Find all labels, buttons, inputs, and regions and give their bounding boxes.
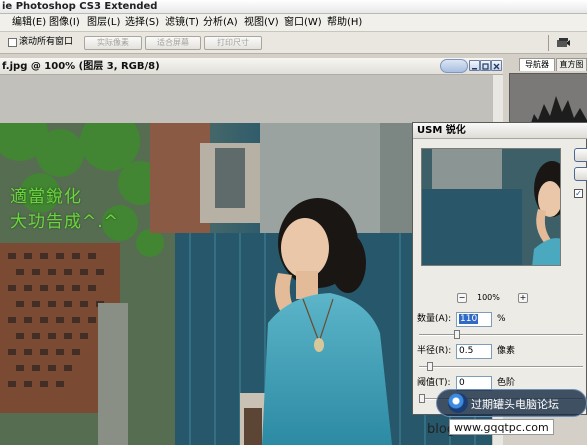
- threshold-value: 0: [459, 378, 465, 388]
- navigator-thumbnail: [509, 73, 587, 126]
- scroll-all-windows-checkbox[interactable]: [8, 38, 17, 47]
- tab-histogram[interactable]: 直方图: [556, 58, 587, 71]
- print-size-button[interactable]: 打印尺寸: [204, 36, 262, 50]
- preview-checkbox[interactable]: ✓: [574, 189, 583, 198]
- zoom-out-button[interactable]: −: [457, 293, 467, 303]
- forum-logo-icon: [448, 393, 468, 413]
- forum-watermark: 过期罐头电脑论坛 blog www.gqqtpc.com: [427, 389, 587, 445]
- menu-edit[interactable]: 编辑(E): [11, 14, 47, 32]
- app-title-bar: ie Photoshop CS3 Extended: [0, 0, 587, 14]
- checkmark-icon: ✓: [575, 189, 582, 198]
- amount-unit: %: [497, 314, 506, 324]
- menu-window[interactable]: 窗口(W): [283, 14, 323, 32]
- amount-slider-thumb[interactable]: [454, 330, 460, 339]
- radius-unit: 像素: [497, 346, 516, 356]
- menu-bar: 编辑(E) 图像(I) 图层(L) 选择(S) 滤镜(T) 分析(A) 视图(V…: [0, 14, 587, 32]
- document-title-bar[interactable]: f.jpg @ 100% (图层 3, RGB/8): [0, 58, 503, 75]
- radius-value: 0.5: [459, 346, 474, 356]
- app-title: ie Photoshop CS3 Extended: [2, 1, 158, 12]
- tab-navigator[interactable]: 导航器: [519, 58, 555, 71]
- photo-caption-line1: 適當銳化: [10, 187, 82, 207]
- forum-name: 过期罐头电脑论坛: [471, 398, 559, 411]
- watermark-url: www.gqqtpc.com: [449, 419, 554, 435]
- amount-input[interactable]: 110: [456, 312, 492, 327]
- actual-pixels-button[interactable]: 实际像素: [84, 36, 142, 50]
- radius-input[interactable]: 0.5: [456, 344, 492, 359]
- photo-caption-line2: 大功告成^.^: [10, 212, 119, 232]
- menu-filter[interactable]: 滤镜(T): [164, 14, 200, 32]
- ok-button[interactable]: [574, 148, 587, 162]
- options-bar: 滚动所有窗口 实际像素 适合屏幕 打印尺寸: [0, 32, 587, 54]
- zoom-level: 100%: [477, 293, 500, 302]
- menu-help[interactable]: 帮助(H): [326, 14, 363, 32]
- close-icon[interactable]: [491, 60, 502, 71]
- document-title: f.jpg @ 100% (图层 3, RGB/8): [2, 61, 160, 72]
- radius-slider[interactable]: [419, 362, 583, 371]
- radius-slider-thumb[interactable]: [427, 362, 433, 371]
- restore-icon[interactable]: [480, 60, 491, 71]
- dialog-title: USM 锐化: [417, 125, 466, 136]
- minimize-icon[interactable]: [469, 60, 480, 71]
- menu-view[interactable]: 视图(V): [243, 14, 280, 32]
- menu-analysis[interactable]: 分析(A): [202, 14, 239, 32]
- menu-image[interactable]: 图像(I): [48, 14, 81, 32]
- workspace-icon[interactable]: [556, 36, 570, 49]
- photoshop-window: ie Photoshop CS3 Extended 编辑(E) 图像(I) 图层…: [0, 0, 587, 445]
- usm-sharpen-dialog: USM 锐化 − 100% + 数量(A): 110 % 半径(R): 0.5 …: [412, 122, 587, 415]
- fit-screen-button[interactable]: 适合屏幕: [145, 36, 201, 50]
- menu-select[interactable]: 选择(S): [124, 14, 160, 32]
- radius-label: 半径(R):: [417, 346, 452, 356]
- menu-layer[interactable]: 图层(L): [86, 14, 121, 32]
- dialog-preview[interactable]: [421, 148, 561, 266]
- amount-value: 110: [459, 314, 479, 324]
- threshold-slider-thumb[interactable]: [419, 394, 425, 403]
- document-menu-icon[interactable]: [440, 59, 468, 73]
- zoom-in-button[interactable]: +: [518, 293, 528, 303]
- options-divider: [548, 35, 549, 51]
- dialog-title-bar[interactable]: USM 锐化: [413, 123, 587, 139]
- scroll-all-windows-label: 滚动所有窗口: [19, 37, 74, 47]
- cancel-button[interactable]: [574, 167, 587, 181]
- amount-slider[interactable]: [419, 330, 583, 339]
- canvas-background: [0, 75, 492, 123]
- amount-label: 数量(A):: [417, 314, 452, 324]
